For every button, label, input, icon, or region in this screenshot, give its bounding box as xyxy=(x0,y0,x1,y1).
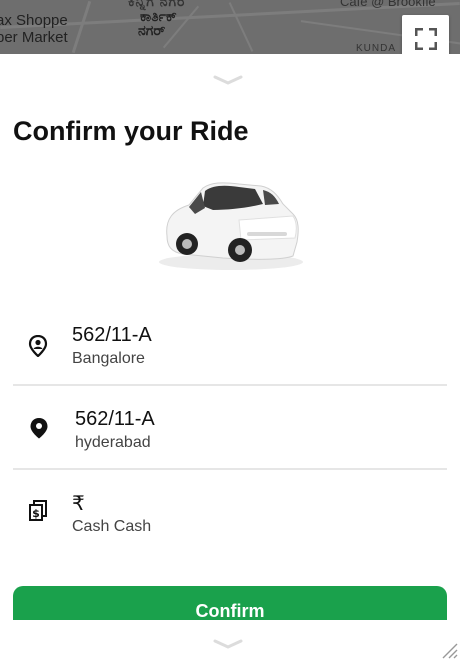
chevron-down-icon[interactable] xyxy=(212,638,244,650)
divider xyxy=(13,468,447,470)
map-road xyxy=(228,2,254,52)
svg-text:$: $ xyxy=(32,507,40,520)
map-view[interactable]: ax Shoppe per Market ಕಿನ್ನಿಗ ನಗರ ಕಾರ್ತಿಕ… xyxy=(0,0,460,54)
map-label-shop: ax Shoppe xyxy=(0,12,68,29)
ride-confirm-sheet: Confirm your Ride 562/11-A Bangalore 562… xyxy=(0,54,460,661)
map-label-area-2: ನಗರ್ xyxy=(138,22,166,38)
fullscreen-icon xyxy=(414,27,437,50)
resize-handle-icon[interactable] xyxy=(440,641,458,659)
page-title: Confirm your Ride xyxy=(13,116,249,146)
chevron-down-icon[interactable] xyxy=(212,74,244,86)
bottom-bar xyxy=(0,620,460,661)
map-label-district: KUNDA xyxy=(356,43,397,54)
map-road xyxy=(71,0,92,54)
dropoff-address: 562/11-A xyxy=(75,408,155,430)
payment-currency: ₹ xyxy=(72,493,85,515)
divider xyxy=(13,384,447,386)
user-pin-icon xyxy=(28,335,48,357)
map-label-market: per Market xyxy=(0,29,68,46)
pickup-city: Bangalore xyxy=(72,350,145,367)
cash-icon: $ xyxy=(29,500,47,521)
dropoff-city: hyderabad xyxy=(75,434,151,451)
map-label-cafe: Cafe @ Brookfie xyxy=(340,0,436,9)
location-pin-icon xyxy=(30,418,48,439)
pickup-address: 562/11-A xyxy=(72,324,152,346)
car-image xyxy=(159,182,303,270)
payment-method: Cash Cash xyxy=(72,518,152,535)
